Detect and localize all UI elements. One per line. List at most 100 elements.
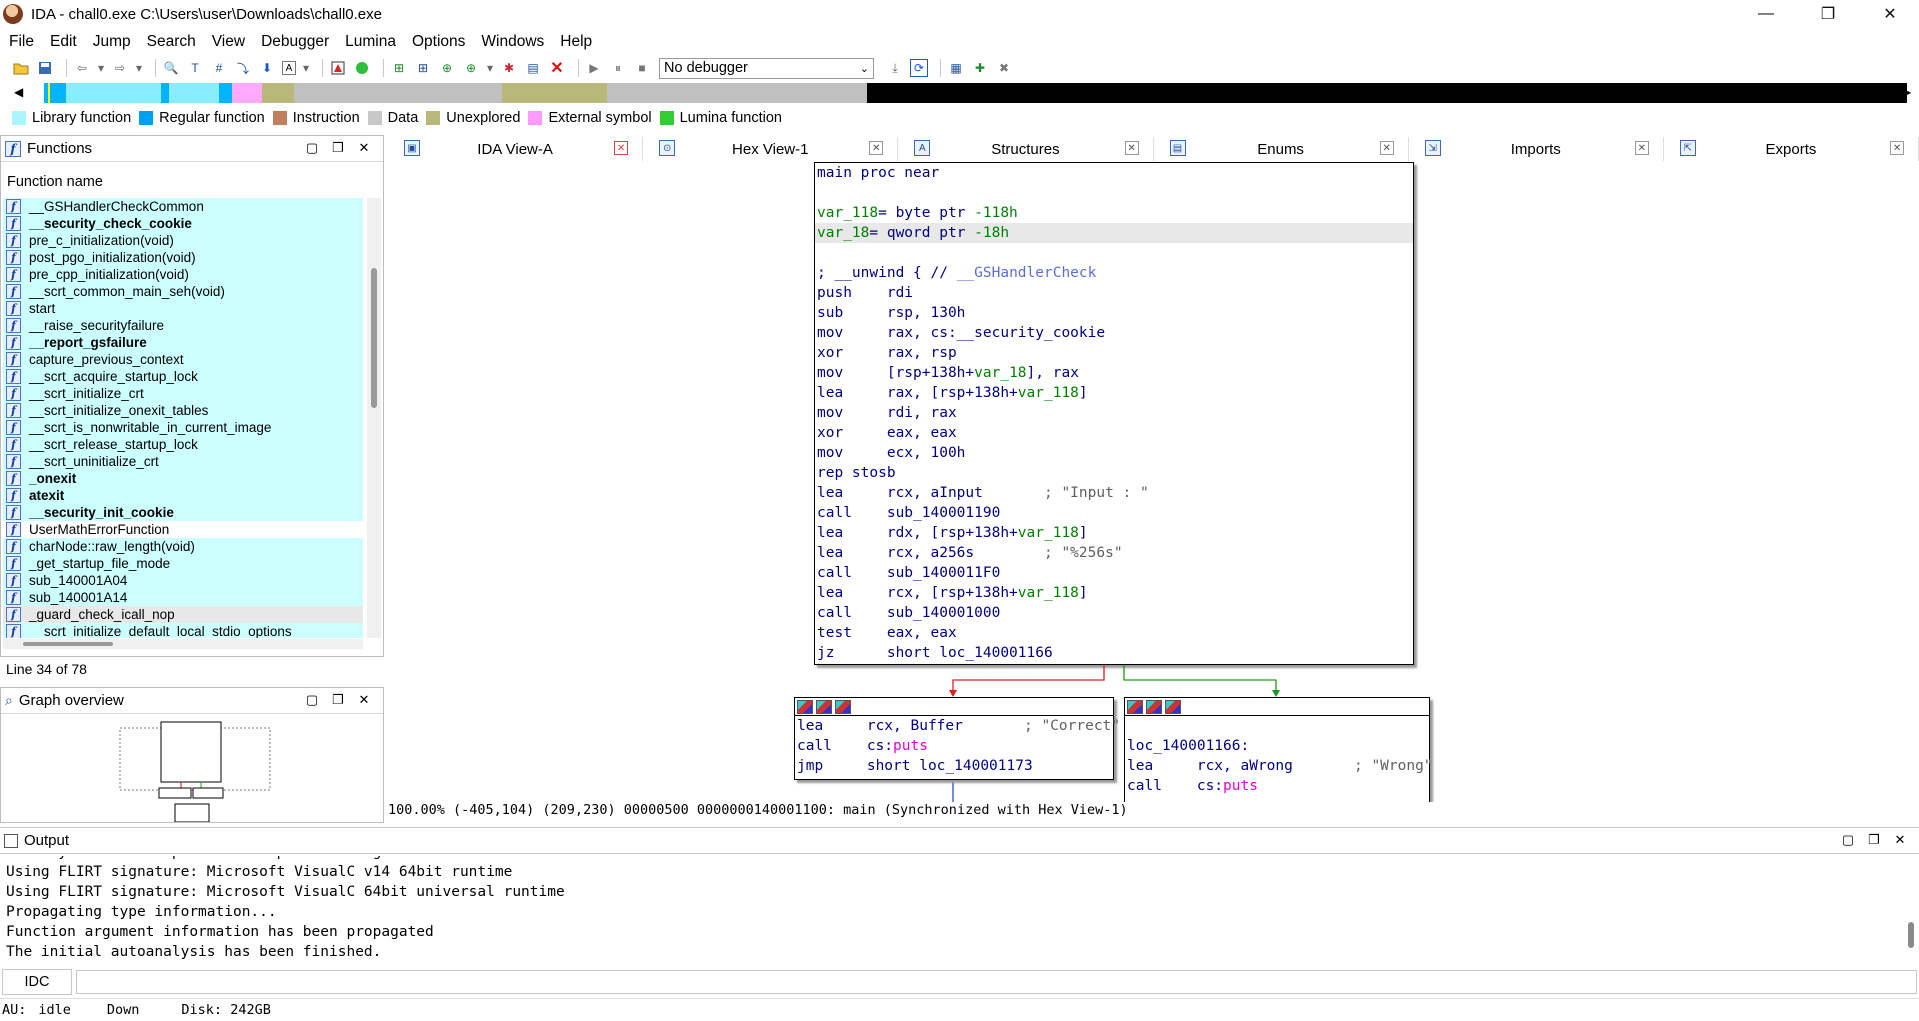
menu-file[interactable]: File xyxy=(0,33,42,51)
nav-left-arrow-icon[interactable]: ◀ xyxy=(14,85,23,99)
function-row[interactable]: f post_pgo_initialization(void) xyxy=(3,249,363,266)
add-xref-dropdown-icon[interactable]: ▾ xyxy=(486,59,494,77)
panel-float-icon[interactable]: ❐ xyxy=(325,692,351,708)
panel-float-icon[interactable]: ❐ xyxy=(325,140,351,156)
block-color-icon[interactable] xyxy=(797,699,813,714)
panel-maximize-icon[interactable]: ▢ xyxy=(299,692,325,708)
play-icon[interactable]: ▶ xyxy=(585,59,603,77)
tab-close-icon[interactable]: ✕ xyxy=(614,141,629,155)
function-row[interactable]: f __scrt_acquire_startup_lock xyxy=(3,368,363,385)
function-row[interactable]: f __raise_securityfailure xyxy=(3,317,363,334)
block-color-icon[interactable] xyxy=(1127,699,1143,714)
lumina-pull-icon[interactable]: ✚ xyxy=(971,59,989,77)
function-row[interactable]: f sub_140001A04 xyxy=(3,572,363,589)
sync-icon[interactable]: ⟳ xyxy=(910,59,928,77)
pause-icon[interactable]: ⏸ xyxy=(609,59,627,77)
menu-lumina[interactable]: Lumina xyxy=(337,33,404,51)
ida-view-graph[interactable]: main proc near var_118= byte ptr -118h var… xyxy=(388,162,1919,802)
search-direction[interactable]: Down xyxy=(107,1002,140,1018)
scrollbar-thumb[interactable] xyxy=(371,268,377,408)
lumina-push-icon[interactable]: ✖ xyxy=(995,59,1013,77)
function-row[interactable]: f sub_140001A14 xyxy=(3,589,363,606)
function-row[interactable]: f __scrt_is_nonwritable_in_current_image xyxy=(3,419,363,436)
tab-close-icon[interactable]: ✕ xyxy=(869,141,884,155)
function-row[interactable]: f __scrt_common_main_seh(void) xyxy=(3,283,363,300)
function-row[interactable]: f __scrt_uninitialize_crt xyxy=(3,453,363,470)
function-row[interactable]: f pre_c_initialization(void) xyxy=(3,232,363,249)
function-row[interactable]: f atexit xyxy=(3,487,363,504)
wrong-code-block[interactable]: loc_140001166: lea rcx, aWrong ; "Wrong" c… xyxy=(1124,697,1433,802)
close-button[interactable]: ✕ xyxy=(1861,0,1919,28)
patch-icon[interactable]: ✱ xyxy=(500,59,518,77)
search-text-icon[interactable]: T xyxy=(186,59,204,77)
nav-right-arrow-icon[interactable]: ▶ xyxy=(1902,85,1911,99)
tab-close-icon[interactable]: ✕ xyxy=(1379,141,1394,155)
menu-windows[interactable]: Windows xyxy=(473,33,552,51)
menu-jump[interactable]: Jump xyxy=(85,33,139,51)
menu-view[interactable]: View xyxy=(204,33,253,51)
menu-debugger[interactable]: Debugger xyxy=(253,33,337,51)
output-scrollbar[interactable] xyxy=(1905,858,1917,962)
search-binary-icon[interactable]: 🔍 xyxy=(162,59,180,77)
back-dropdown-icon[interactable]: ▾ xyxy=(97,59,105,77)
correct-code-block[interactable]: lea rcx, Buffer ; "Correct" call cs:puts j… xyxy=(794,697,1120,780)
code-line[interactable]: call cs:puts xyxy=(795,736,1113,756)
function-row[interactable]: f _onexit xyxy=(3,470,363,487)
function-row[interactable]: f start xyxy=(3,300,363,317)
function-row[interactable]: f charNode::raw_length(void) xyxy=(3,538,363,555)
breakpoint-list-icon[interactable]: ▤ xyxy=(524,59,542,77)
code-line[interactable]: lea rcx, Buffer ; "Correct" xyxy=(795,716,1120,736)
function-row[interactable]: f __scrt_release_startup_lock xyxy=(3,436,363,453)
function-row[interactable]: f __scrt_initialize_default_local_stdio_o… xyxy=(3,623,363,638)
add-xref-icon[interactable]: ⊕ xyxy=(462,59,480,77)
graph-overview-canvas[interactable] xyxy=(1,714,385,823)
text-mode-icon[interactable]: A xyxy=(282,61,296,75)
add-struct-icon[interactable]: ⊞ xyxy=(414,59,432,77)
navigation-strip[interactable] xyxy=(44,83,1907,103)
forward-arrow-icon[interactable]: ⇨ xyxy=(111,59,129,77)
stop-icon[interactable]: ■ xyxy=(633,59,651,77)
block-graph-icon[interactable] xyxy=(1146,699,1162,714)
function-row[interactable]: f __security_init_cookie xyxy=(3,504,363,521)
function-row[interactable]: f __security_check_cookie xyxy=(3,215,363,232)
navigation-band[interactable]: ◀ ▶ xyxy=(8,83,1912,103)
text-mode-dropdown-icon[interactable]: ▾ xyxy=(302,59,310,77)
graph-layout-icon[interactable]: ▦ xyxy=(947,59,965,77)
search-next-icon[interactable]: ⤵ xyxy=(234,59,252,77)
scrollbar-thumb[interactable] xyxy=(23,642,113,646)
functions-vertical-scrollbar[interactable] xyxy=(367,198,381,638)
function-row[interactable]: f __report_gsfailure xyxy=(3,334,363,351)
functions-horizontal-scrollbar[interactable] xyxy=(3,639,363,649)
debugger-select[interactable]: No debugger ⌄ xyxy=(659,57,874,79)
tab-ida-view-a[interactable]: ▣ IDA View-A ✕ xyxy=(388,137,644,161)
green-circle-icon[interactable] xyxy=(353,59,371,77)
code-line[interactable]: call cs:puts xyxy=(1125,776,1429,796)
tab-imports[interactable]: ⇲ Imports ✕ xyxy=(1409,137,1664,161)
menu-options[interactable]: Options xyxy=(404,33,473,51)
tab-structures[interactable]: A Structures ✕ xyxy=(898,137,1154,161)
menu-help[interactable]: Help xyxy=(552,33,600,51)
scrollbar-thumb[interactable] xyxy=(1908,922,1914,948)
search-immediate-icon[interactable]: # xyxy=(210,59,228,77)
idc-command-input[interactable] xyxy=(76,970,1917,994)
menu-search[interactable]: Search xyxy=(139,33,204,51)
menu-edit[interactable]: Edit xyxy=(42,33,85,51)
jump-down-icon[interactable]: ⬇ xyxy=(258,59,276,77)
tab-close-icon[interactable]: ✕ xyxy=(1634,141,1649,155)
panel-close-icon[interactable]: ✕ xyxy=(351,140,377,156)
back-arrow-icon[interactable]: ⇦ xyxy=(73,59,91,77)
function-row[interactable]: f __scrt_initialize_onexit_tables xyxy=(3,402,363,419)
minimize-button[interactable]: — xyxy=(1737,0,1795,28)
add-enum-icon[interactable]: ⊕ xyxy=(438,59,456,77)
add-function-icon[interactable]: ⊞ xyxy=(390,59,408,77)
panel-close-icon[interactable]: ✕ xyxy=(1887,832,1913,848)
panel-float-icon[interactable]: ❐ xyxy=(1861,832,1887,848)
function-row[interactable]: f __GSHandlerCheckCommon xyxy=(3,198,363,215)
forward-dropdown-icon[interactable]: ▾ xyxy=(135,59,143,77)
idc-language-button[interactable]: IDC xyxy=(2,969,72,995)
open-folder-icon[interactable] xyxy=(12,59,30,77)
step-into-icon[interactable]: ⤓ xyxy=(886,59,904,77)
delete-icon[interactable]: ✕ xyxy=(548,59,566,77)
block-group-icon[interactable] xyxy=(835,699,851,714)
tab-hex-view-1[interactable]: ⊙ Hex View-1 ✕ xyxy=(643,137,899,161)
